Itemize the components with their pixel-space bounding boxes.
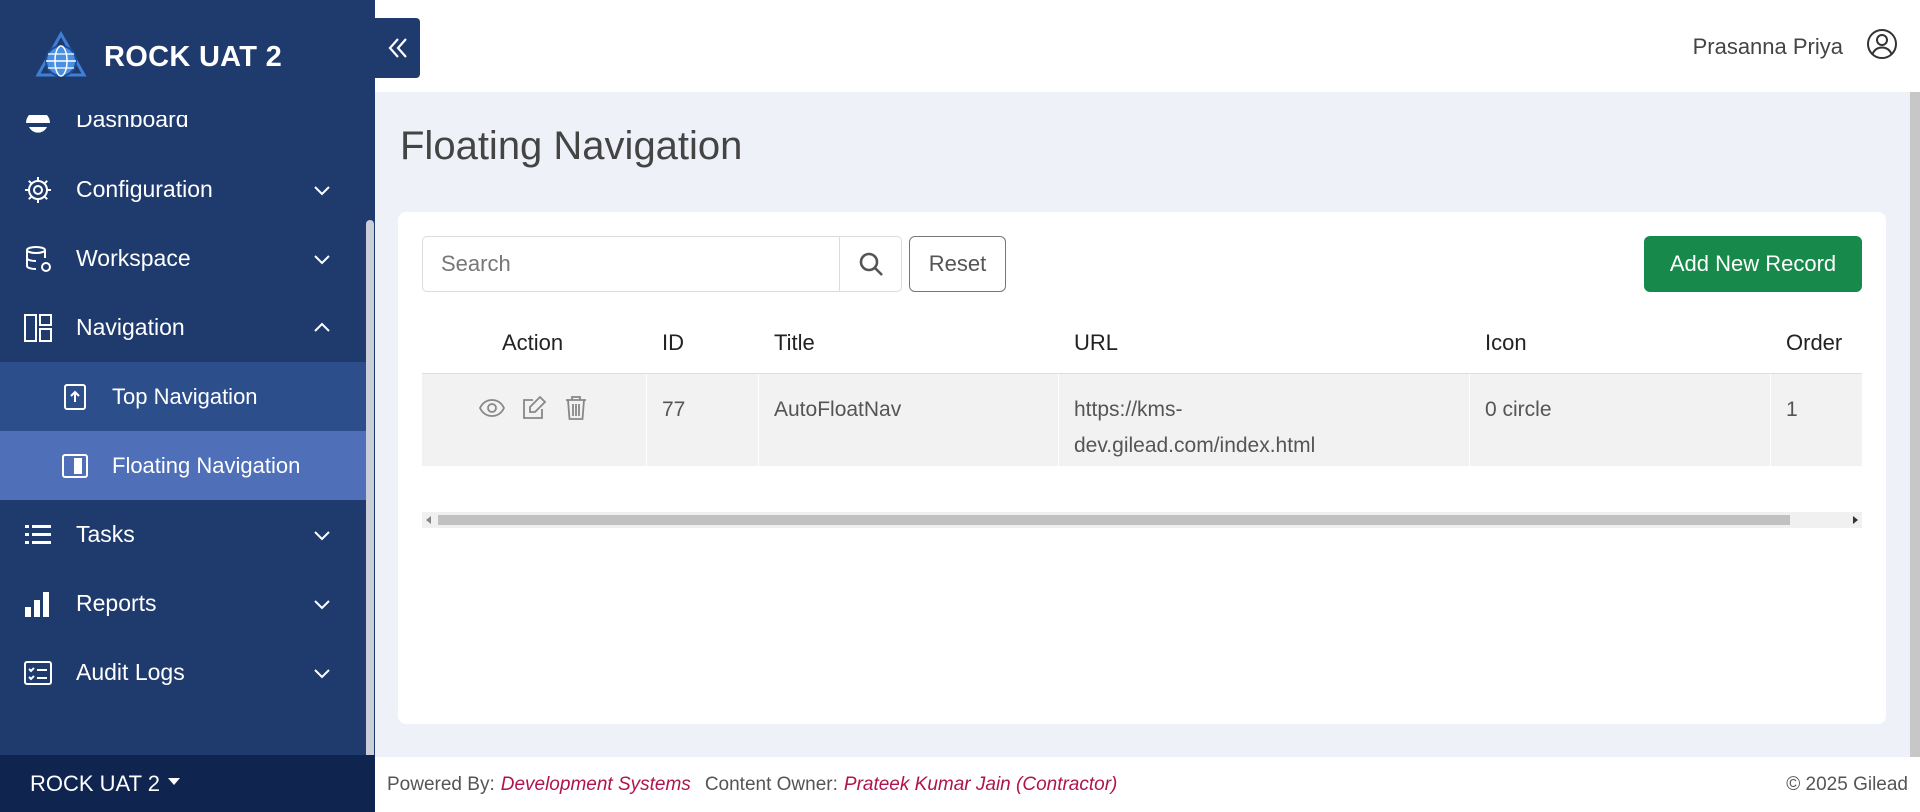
column-header-action: Action — [502, 330, 564, 355]
chevron-down-icon — [314, 530, 330, 540]
sidebar-item-tasks[interactable]: Tasks — [0, 500, 366, 569]
copyright: © 2025 Gilead — [1786, 773, 1908, 795]
cell-title: AutoFloatNav — [774, 398, 902, 421]
user-name[interactable]: Prasanna Priya — [1693, 34, 1843, 60]
reset-button[interactable]: Reset — [909, 236, 1006, 292]
sidebar-scrollbar[interactable] — [366, 220, 374, 760]
layout-icon — [22, 312, 54, 344]
chevron-up-icon — [314, 322, 330, 332]
row-actions — [478, 394, 590, 422]
environment-label: ROCK UAT 2 — [30, 770, 160, 796]
globe-logo-icon — [35, 30, 87, 77]
user-avatar-icon[interactable] — [1866, 28, 1898, 60]
sidebar-item-audit-logs[interactable]: Audit Logs — [0, 638, 366, 707]
content-owner-link[interactable]: Prateek Kumar Jain (Contractor) — [844, 774, 1118, 796]
powered-by-label: Powered By: — [387, 773, 495, 795]
cell-url: https://kms- dev.gilead.com/index.html — [1074, 392, 1315, 464]
sidebar-subitem-top-navigation[interactable]: Top Navigation — [0, 362, 366, 431]
bar-chart-icon — [22, 588, 54, 620]
gear-icon — [22, 174, 54, 206]
records-table: Action ID Title URL Icon Order 77 AutoFl… — [422, 314, 1862, 466]
records-card: Reset Add New Record Action ID Title URL… — [398, 212, 1886, 724]
cell-url-line2: dev.gilead.com/index.html — [1074, 434, 1316, 457]
scroll-left-icon[interactable] — [426, 516, 431, 524]
view-icon[interactable] — [478, 394, 506, 422]
checklist-icon — [22, 657, 54, 689]
content-owner-label: Content Owner: — [704, 773, 838, 795]
chevron-down-icon — [314, 254, 330, 264]
search-icon — [859, 252, 883, 276]
column-header-icon[interactable]: Icon — [1485, 314, 1527, 372]
double-chevron-left-icon — [388, 38, 407, 58]
brand-title: ROCK UAT 2 — [104, 41, 283, 73]
column-divider — [1469, 374, 1470, 466]
column-divider — [1770, 374, 1771, 466]
sidebar-subitem-floating-navigation[interactable]: Floating Navigation — [0, 431, 366, 500]
edit-icon[interactable] — [520, 394, 548, 422]
database-icon — [22, 243, 54, 275]
scroll-right-icon[interactable] — [1853, 516, 1858, 524]
search-button[interactable] — [839, 237, 901, 291]
page-scrollbar[interactable] — [1910, 92, 1920, 757]
powered-by-link[interactable]: Development Systems — [501, 774, 691, 796]
list-icon — [22, 519, 54, 551]
column-header-id[interactable]: ID — [662, 314, 684, 372]
chevron-down-icon — [314, 185, 330, 195]
sidebar-item-dashboard[interactable]: Dashboard — [0, 115, 366, 154]
sidebar-menu: Dashboard Configuration Workspace Naviga… — [0, 115, 366, 755]
chevron-down-icon — [314, 599, 330, 609]
caret-down-icon — [168, 778, 180, 785]
cell-order: 1 — [1786, 398, 1798, 421]
chevron-down-icon — [314, 668, 330, 678]
table-horizontal-scrollbar[interactable] — [422, 512, 1862, 528]
sidebar-collapse-button[interactable] — [375, 18, 420, 78]
add-new-record-button[interactable]: Add New Record — [1644, 236, 1862, 292]
environment-selector[interactable]: ROCK UAT 2 — [0, 755, 375, 812]
sidebar-item-navigation[interactable]: Navigation — [0, 293, 366, 362]
column-divider — [758, 374, 759, 466]
column-divider — [646, 374, 647, 466]
cell-icon: 0 circle — [1485, 398, 1552, 421]
column-divider — [1058, 374, 1059, 466]
delete-icon[interactable] — [562, 394, 590, 422]
sidebar: ROCK UAT 2 Dashboard Configuration Works… — [0, 0, 375, 812]
upload-box-icon — [60, 382, 90, 412]
cell-id: 77 — [662, 398, 686, 421]
brand[interactable]: ROCK UAT 2 — [0, 0, 375, 115]
sidebar-item-configuration[interactable]: Configuration — [0, 155, 366, 224]
page-footer: Powered By: Development Systems Content … — [375, 757, 1920, 812]
sidebar-item-reports[interactable]: Reports — [0, 569, 366, 638]
column-header-url[interactable]: URL — [1074, 314, 1118, 372]
table-row: 77 AutoFloatNav https://kms- dev.gilead.… — [422, 373, 1862, 466]
search-box — [422, 236, 902, 292]
sidebar-item-workspace[interactable]: Workspace — [0, 224, 366, 293]
search-input[interactable] — [423, 237, 840, 291]
column-header-title[interactable]: Title — [774, 314, 815, 372]
cell-url-line1: https://kms- — [1074, 398, 1183, 421]
page-title: Floating Navigation — [400, 124, 743, 168]
column-header-order[interactable]: Order — [1786, 314, 1842, 372]
sidebar-box-icon — [60, 451, 90, 481]
scrollbar-thumb[interactable] — [438, 515, 1790, 525]
dashboard-icon — [22, 115, 54, 136]
top-header: Prasanna Priya — [375, 0, 1920, 92]
